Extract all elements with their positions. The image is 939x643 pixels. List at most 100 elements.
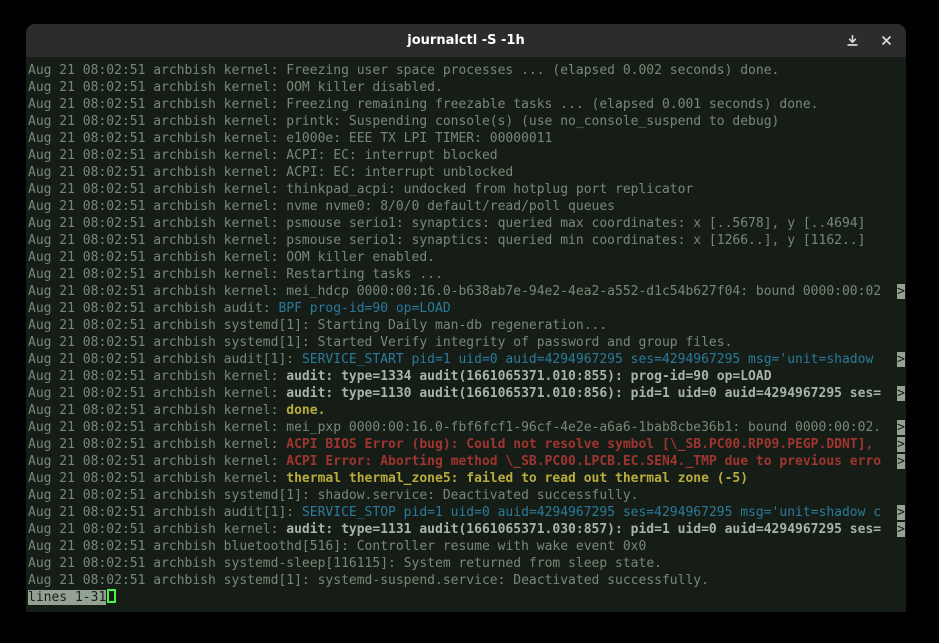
log-line: Aug 21 08:02:51 archbish kernel: thinkpa… xyxy=(28,181,906,198)
log-line: Aug 21 08:02:51 archbish systemd[1]: Sta… xyxy=(28,317,906,334)
log-line: Aug 21 08:02:51 archbish bluetoothd[516]… xyxy=(28,538,906,555)
log-line: Aug 21 08:02:51 archbish kernel: Freezin… xyxy=(28,62,906,79)
pager-status: lines 1-31 xyxy=(28,590,106,605)
log-prefix: Aug 21 08:02:51 archbish kernel: xyxy=(28,131,286,146)
log-prefix: Aug 21 08:02:51 archbish systemd[1]: xyxy=(28,573,318,588)
titlebar-buttons xyxy=(844,24,894,57)
log-prefix: Aug 21 08:02:51 archbish kernel: xyxy=(28,284,286,299)
log-line: Aug 21 08:02:51 archbish kernel: ACPI: E… xyxy=(28,164,906,181)
log-line: Aug 21 08:02:51 archbish kernel: audit: … xyxy=(28,521,906,538)
log-message: shadow.service: Deactivated successfully… xyxy=(318,488,639,503)
log-line: Aug 21 08:02:51 archbish kernel: e1000e:… xyxy=(28,130,906,147)
log-prefix: Aug 21 08:02:51 archbish kernel: xyxy=(28,267,286,282)
truncation-marker: > xyxy=(897,454,905,469)
log-message: mei_hdcp 0000:00:16.0-b638ab7e-94e2-4ea2… xyxy=(286,284,881,299)
log-line: Aug 21 08:02:51 archbish kernel: mei_hdc… xyxy=(28,283,906,300)
log-message: nvme nvme0: 8/0/0 default/read/poll queu… xyxy=(286,199,615,214)
log-prefix: Aug 21 08:02:51 archbish kernel: xyxy=(28,403,286,418)
truncation-marker: > xyxy=(897,284,905,299)
log-line: Aug 21 08:02:51 archbish systemd[1]: Sta… xyxy=(28,334,906,351)
log-prefix: Aug 21 08:02:51 archbish audit[1]: xyxy=(28,352,302,367)
log-message: audit: type=1130 audit(1661065371.010:85… xyxy=(286,386,881,401)
log-prefix: Aug 21 08:02:51 archbish audit[1]: xyxy=(28,505,302,520)
titlebar[interactable]: journalctl -S -1h xyxy=(26,24,906,57)
log-line: Aug 21 08:02:51 archbish kernel: ACPI: E… xyxy=(28,147,906,164)
log-prefix: Aug 21 08:02:51 archbish systemd[1]: xyxy=(28,318,318,333)
log-message: audit: type=1334 audit(1661065371.010:85… xyxy=(286,369,771,384)
log-prefix: Aug 21 08:02:51 archbish kernel: xyxy=(28,165,286,180)
log-prefix: Aug 21 08:02:51 archbish kernel: xyxy=(28,148,286,163)
log-message: Freezing remaining freezable tasks ... (… xyxy=(286,97,818,112)
log-message: ACPI BIOS Error (bug): Could not resolve… xyxy=(286,437,881,452)
log-message: SERVICE_START pid=1 uid=0 auid=429496729… xyxy=(302,352,881,367)
close-icon[interactable] xyxy=(878,33,894,49)
log-line: Aug 21 08:02:51 archbish systemd[1]: sha… xyxy=(28,487,906,504)
log-message: Restarting tasks ... xyxy=(286,267,443,282)
log-message: SERVICE_STOP pid=1 uid=0 auid=4294967295… xyxy=(302,505,881,520)
log-prefix: Aug 21 08:02:51 archbish kernel: xyxy=(28,454,286,469)
log-line: Aug 21 08:02:51 archbish audit[1]: SERVI… xyxy=(28,504,906,521)
log-line: Aug 21 08:02:51 archbish kernel: thermal… xyxy=(28,470,906,487)
log-prefix: Aug 21 08:02:51 archbish audit: xyxy=(28,301,278,316)
log-message: e1000e: EEE TX LPI TIMER: 00000011 xyxy=(286,131,552,146)
log-prefix: Aug 21 08:02:51 archbish kernel: xyxy=(28,216,286,231)
terminal-screen[interactable]: Aug 21 08:02:51 archbish kernel: Freezin… xyxy=(26,57,906,612)
log-message: ACPI: EC: interrupt unblocked xyxy=(286,165,513,180)
log-message: done. xyxy=(286,403,325,418)
log-line: Aug 21 08:02:51 archbish kernel: OOM kil… xyxy=(28,249,906,266)
terminal-cursor xyxy=(107,589,116,603)
truncation-marker: > xyxy=(897,386,905,401)
log-message: audit: type=1131 audit(1661065371.030:85… xyxy=(286,522,881,537)
log-message: systemd-suspend.service: Deactivated suc… xyxy=(318,573,709,588)
truncation-marker: > xyxy=(897,352,905,367)
log-line: Aug 21 08:02:51 archbish kernel: mei_pxp… xyxy=(28,419,906,436)
log-line: Aug 21 08:02:51 archbish kernel: done. xyxy=(28,402,906,419)
log-message: printk: Suspending console(s) (use no_co… xyxy=(286,114,779,129)
log-line: Aug 21 08:02:51 archbish kernel: ACPI Er… xyxy=(28,453,906,470)
log-prefix: Aug 21 08:02:51 archbish kernel: xyxy=(28,386,286,401)
log-prefix: Aug 21 08:02:51 archbish kernel: xyxy=(28,250,286,265)
log-prefix: Aug 21 08:02:51 archbish kernel: xyxy=(28,97,286,112)
log-message: psmouse serio1: synaptics: queried max c… xyxy=(286,216,865,231)
log-prefix: Aug 21 08:02:51 archbish bluetoothd[516]… xyxy=(28,539,357,554)
log-message: BPF prog-id=90 op=LOAD xyxy=(278,301,450,316)
log-message: OOM killer enabled. xyxy=(286,250,435,265)
terminal-log: Aug 21 08:02:51 archbish kernel: Freezin… xyxy=(28,62,906,589)
pager-status-line: lines 1-31 xyxy=(28,589,906,606)
log-prefix: Aug 21 08:02:51 archbish kernel: xyxy=(28,114,286,129)
log-message: psmouse serio1: synaptics: queried min c… xyxy=(286,233,865,248)
log-line: Aug 21 08:02:51 archbish kernel: Freezin… xyxy=(28,96,906,113)
log-prefix: Aug 21 08:02:51 archbish kernel: xyxy=(28,63,286,78)
terminal-window: journalctl -S -1h Aug 21 08:02:51 archbi… xyxy=(26,24,906,612)
log-message: System returned from sleep state. xyxy=(404,556,662,571)
log-prefix: Aug 21 08:02:51 archbish kernel: xyxy=(28,182,286,197)
log-prefix: Aug 21 08:02:51 archbish systemd[1]: xyxy=(28,488,318,503)
log-line: Aug 21 08:02:51 archbish audit[1]: SERVI… xyxy=(28,351,906,368)
log-prefix: Aug 21 08:02:51 archbish kernel: xyxy=(28,437,286,452)
log-line: Aug 21 08:02:51 archbish kernel: Restart… xyxy=(28,266,906,283)
log-line: Aug 21 08:02:51 archbish kernel: OOM kil… xyxy=(28,79,906,96)
log-prefix: Aug 21 08:02:51 archbish kernel: xyxy=(28,522,286,537)
log-message: mei_pxp 0000:00:16.0-fbf6fcf1-96cf-4e2e-… xyxy=(286,420,881,435)
log-message: thermal thermal_zone5: failed to read ou… xyxy=(286,471,748,486)
truncation-marker: > xyxy=(897,420,905,435)
log-message: Starting Daily man-db regeneration... xyxy=(318,318,608,333)
log-line: Aug 21 08:02:51 archbish systemd-sleep[1… xyxy=(28,555,906,572)
log-message: ACPI Error: Aborting method \_SB.PC00.LP… xyxy=(286,454,881,469)
download-icon[interactable] xyxy=(844,33,860,49)
log-message: Controller resume with wake event 0x0 xyxy=(357,539,647,554)
log-line: Aug 21 08:02:51 archbish kernel: audit: … xyxy=(28,385,906,402)
truncation-marker: > xyxy=(897,437,905,452)
log-line: Aug 21 08:02:51 archbish kernel: audit: … xyxy=(28,368,906,385)
log-line: Aug 21 08:02:51 archbish audit: BPF prog… xyxy=(28,300,906,317)
log-prefix: Aug 21 08:02:51 archbish kernel: xyxy=(28,199,286,214)
log-message: Started Verify integrity of password and… xyxy=(318,335,733,350)
log-line: Aug 21 08:02:51 archbish systemd[1]: sys… xyxy=(28,572,906,589)
log-line: Aug 21 08:02:51 archbish kernel: psmouse… xyxy=(28,215,906,232)
log-prefix: Aug 21 08:02:51 archbish kernel: xyxy=(28,420,286,435)
log-message: OOM killer disabled. xyxy=(286,80,443,95)
log-prefix: Aug 21 08:02:51 archbish kernel: xyxy=(28,80,286,95)
log-prefix: Aug 21 08:02:51 archbish kernel: xyxy=(28,233,286,248)
log-message: thinkpad_acpi: undocked from hotplug por… xyxy=(286,182,693,197)
log-prefix: Aug 21 08:02:51 archbish kernel: xyxy=(28,369,286,384)
